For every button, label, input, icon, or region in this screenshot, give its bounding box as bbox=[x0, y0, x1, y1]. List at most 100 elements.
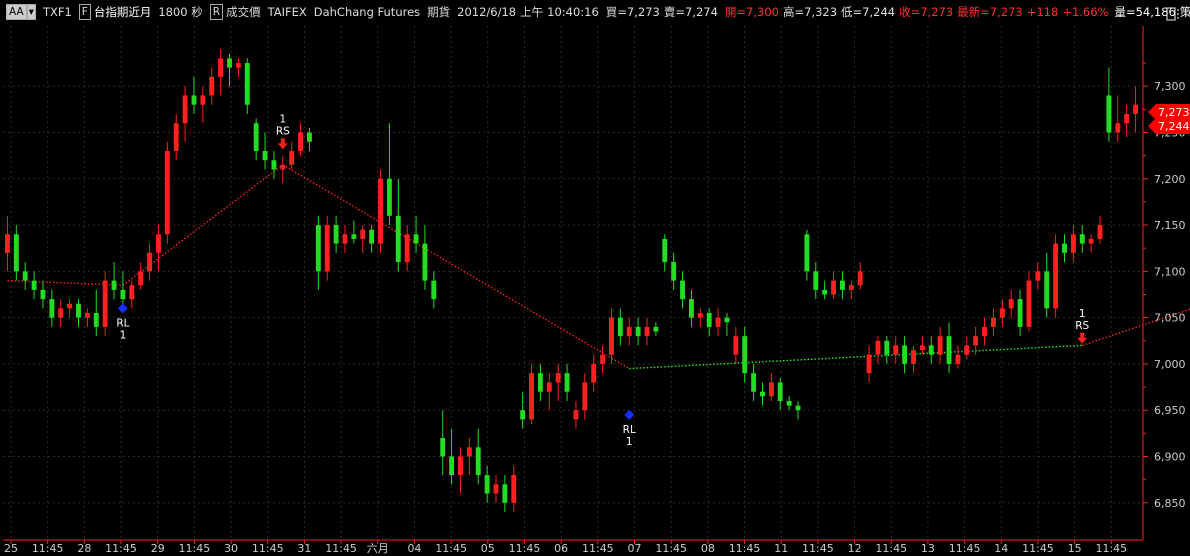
candle-body bbox=[733, 336, 739, 355]
time-tick-label: 11:45 bbox=[509, 542, 541, 555]
candle-body bbox=[555, 373, 561, 383]
candle-body bbox=[982, 326, 987, 337]
candle-body bbox=[875, 340, 881, 355]
ask-label: 賣=7,274 bbox=[663, 5, 718, 19]
time-tick-label: 30 bbox=[224, 542, 238, 555]
chart-grid bbox=[3, 26, 1140, 538]
broker-label: DahChang Futures bbox=[313, 5, 421, 19]
candle-body bbox=[31, 280, 37, 290]
candle-body bbox=[182, 95, 188, 124]
candle-body bbox=[93, 313, 99, 327]
candle-body bbox=[893, 345, 899, 355]
time-tick-label: 11:45 bbox=[1095, 542, 1127, 555]
time-tick-label: 11:45 bbox=[582, 542, 614, 555]
price-tick-label: 6,950 bbox=[1154, 404, 1186, 417]
chevron-down-icon[interactable]: ▾ bbox=[26, 4, 36, 20]
candle-body bbox=[315, 225, 321, 272]
candle-body bbox=[369, 229, 375, 244]
candle-body bbox=[724, 317, 730, 323]
time-tick-label: 11:45 bbox=[802, 542, 834, 555]
candle-body bbox=[1008, 299, 1014, 309]
candle-body bbox=[404, 234, 410, 263]
candle-body bbox=[520, 410, 526, 420]
time-tick-label: 11:45 bbox=[252, 542, 284, 555]
candle-body bbox=[760, 391, 765, 397]
time-tick-label: 04 bbox=[407, 542, 421, 555]
price-tick-label: 7,000 bbox=[1154, 358, 1186, 371]
trend-segment bbox=[282, 164, 630, 370]
candle-body bbox=[1026, 280, 1032, 327]
time-tick-label: 11:45 bbox=[325, 542, 357, 555]
last-price-tag-label: 7,273 bbox=[1158, 106, 1190, 119]
price-tick-label: 7,200 bbox=[1154, 173, 1186, 186]
candle-body bbox=[360, 229, 366, 239]
candle-body bbox=[653, 326, 659, 332]
signal-type-label: RL bbox=[116, 317, 129, 329]
time-tick-label: 11:45 bbox=[729, 542, 761, 555]
candle-body bbox=[289, 150, 295, 165]
candle-body bbox=[715, 317, 721, 327]
change-label: +118 bbox=[1026, 5, 1059, 19]
candle-body bbox=[839, 280, 845, 290]
candle-body bbox=[466, 447, 472, 457]
price-chart[interactable]: RL1RS1RL1RS1RL1RS1 6,850 6,900 6,950 7,000 7… bbox=[0, 0, 1190, 556]
trend-line bbox=[7, 164, 1190, 370]
exchange-label: TAIFEX bbox=[267, 5, 307, 19]
candle-body bbox=[484, 475, 490, 494]
candle-body bbox=[564, 373, 570, 392]
candle-body bbox=[191, 95, 197, 105]
candle-body bbox=[902, 345, 908, 364]
signal-type-label: RL bbox=[623, 424, 636, 436]
r-button[interactable]: R bbox=[209, 4, 224, 20]
candle-body bbox=[13, 234, 19, 272]
candle-body bbox=[1053, 243, 1059, 309]
time-tick-label: 11:45 bbox=[32, 542, 64, 555]
candle-body bbox=[591, 363, 597, 383]
time-tick-label: 28 bbox=[77, 542, 91, 555]
panel-menu-icon[interactable] bbox=[1166, 7, 1180, 21]
interval-label[interactable]: 1800 秒 bbox=[158, 4, 202, 20]
time-axis[interactable]: 25 11:45 28 11:45 29 11:45 30 11:45 31 11:45 六月 04 1… bbox=[3, 539, 1143, 555]
candle-body bbox=[680, 280, 685, 300]
change-pct-label: +1.66% bbox=[1062, 5, 1109, 19]
candle-body bbox=[884, 340, 890, 355]
candle-body bbox=[307, 132, 312, 142]
candle-body bbox=[156, 234, 161, 253]
candle-body bbox=[235, 63, 241, 68]
candle-body bbox=[822, 289, 828, 295]
price-tick-label: 7,050 bbox=[1154, 312, 1186, 325]
price-axis[interactable]: 6,850 6,900 6,950 7,000 7,050 7,100 7,150 7,200… bbox=[1142, 26, 1186, 540]
candle-body bbox=[573, 410, 579, 420]
candle-body bbox=[22, 271, 28, 281]
candle-body bbox=[973, 336, 979, 346]
time-tick-label: 13 bbox=[921, 542, 935, 555]
sell-signal-icon bbox=[1077, 337, 1088, 344]
candle-body bbox=[1097, 225, 1103, 239]
candle-body bbox=[600, 354, 606, 364]
candle-body bbox=[147, 252, 153, 272]
candle-body bbox=[458, 456, 463, 476]
symbol-code[interactable]: TXF1 bbox=[43, 5, 72, 19]
candle-body bbox=[324, 225, 330, 272]
candle-body bbox=[129, 285, 135, 300]
aa-dropdown-button[interactable]: AA bbox=[6, 4, 27, 20]
date-label: 2012/6/18 bbox=[457, 5, 517, 19]
buy-signal-icon bbox=[624, 409, 635, 420]
candle-body bbox=[120, 289, 126, 300]
candle-body bbox=[351, 234, 357, 239]
candle-body bbox=[164, 150, 170, 235]
candle-body bbox=[911, 350, 916, 364]
candle-body bbox=[1070, 234, 1076, 253]
time-tick-label: 11:45 bbox=[949, 542, 981, 555]
time-tick-label: 06 bbox=[554, 542, 568, 555]
time-tick-label: 25 bbox=[4, 542, 18, 555]
candle-body bbox=[280, 164, 286, 170]
candle-body bbox=[262, 150, 268, 161]
f-button[interactable]: F bbox=[78, 4, 91, 20]
candle-body bbox=[928, 345, 934, 355]
candle-body bbox=[1133, 104, 1139, 114]
strategy-label[interactable]: 策略 bbox=[1180, 4, 1190, 20]
candle-body bbox=[84, 313, 90, 318]
price-tick-label: 7,150 bbox=[1154, 219, 1186, 232]
sell-signal-stem bbox=[280, 138, 285, 144]
